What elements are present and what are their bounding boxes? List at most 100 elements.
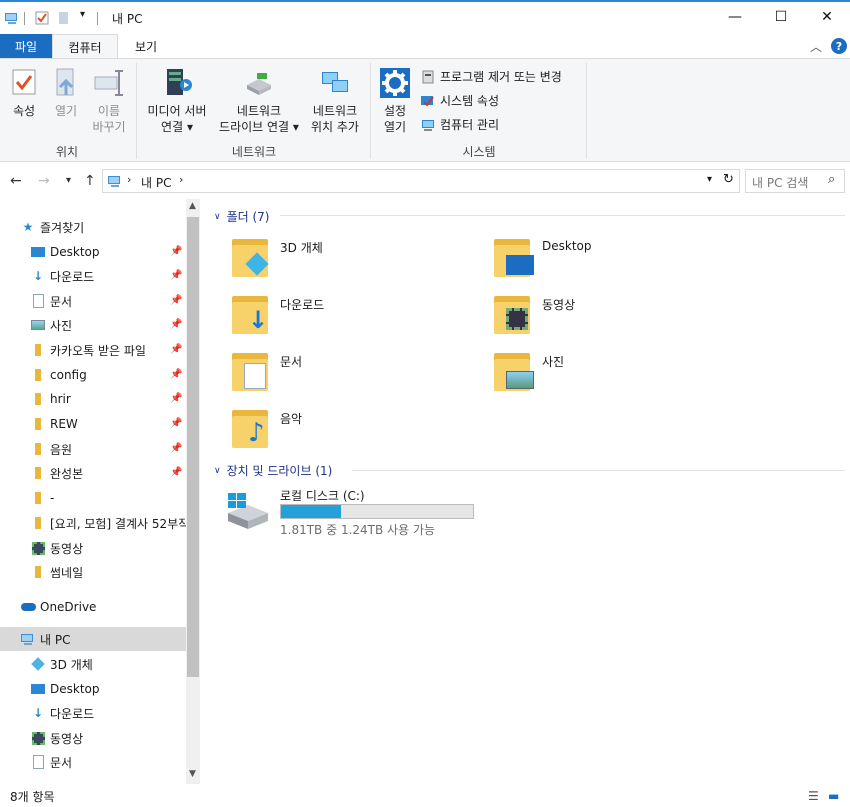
properties-button[interactable]: 속성 xyxy=(6,67,42,119)
recent-locations-chevron-icon[interactable]: ▾ xyxy=(66,175,71,186)
search-icon[interactable]: ⌕ xyxy=(828,172,835,187)
open-icon xyxy=(56,68,74,96)
pin-icon[interactable]: 📌 xyxy=(170,467,182,478)
up-arrow-icon[interactable]: ↑ xyxy=(84,173,96,189)
uninstall-program-button[interactable]: 프로그램 제거 또는 변경 xyxy=(420,68,562,85)
rename-button[interactable]: 이름 바꾸기 xyxy=(88,67,130,135)
tab-computer[interactable]: 컴퓨터 xyxy=(52,34,118,59)
location-group-label: 위치 xyxy=(55,145,79,159)
tab-file[interactable]: 파일 xyxy=(0,34,52,58)
nav-this-pc[interactable]: 내 PC xyxy=(0,627,186,651)
pin-icon[interactable]: 📌 xyxy=(170,418,182,429)
drives-section-title: 장치 및 드라이브 (1) xyxy=(226,464,333,478)
breadcrumb-this-pc[interactable]: 내 PC xyxy=(141,174,171,191)
folder-tile-pictures[interactable]: 사진 xyxy=(492,349,722,397)
this-pc-icon xyxy=(20,631,36,647)
nav-pc-item-documents[interactable]: 문서 xyxy=(30,750,200,774)
computer-management-button[interactable]: 컴퓨터 관리 xyxy=(420,116,499,133)
large-icons-view-icon[interactable]: ▬ xyxy=(828,789,839,803)
nav-scrollbar-thumb[interactable] xyxy=(187,217,199,677)
nav-onedrive[interactable]: OneDrive xyxy=(20,595,200,619)
nav-pc-item-videos[interactable]: 동영상 xyxy=(30,726,200,750)
search-input[interactable]: 내 PC 검색 xyxy=(752,174,808,191)
address-bar[interactable]: › 내 PC › ▾ ↻ xyxy=(102,169,740,193)
system-properties-button[interactable]: 시스템 속성 xyxy=(420,92,499,109)
nav-item-label: 완성본 xyxy=(50,466,84,481)
folder-icon xyxy=(30,342,46,358)
nav-pc-item-downloads[interactable]: ↓ 다운로드 xyxy=(30,701,200,725)
nav-pc-item-desktop[interactable]: Desktop xyxy=(30,677,200,701)
forward-arrow-icon[interactable]: → xyxy=(38,173,50,189)
pin-icon[interactable]: 📌 xyxy=(170,344,182,355)
nav-item-kekkaishi[interactable]: [요괴, 모험] 결계사 52부작 xyxy=(30,511,186,535)
breadcrumb-separator[interactable]: › xyxy=(127,173,131,186)
add-network-location-button[interactable]: 네트워크 위치 추가 xyxy=(304,67,366,135)
settings-label-2: 열기 xyxy=(383,120,407,134)
folder-tile-downloads[interactable]: ↓ 다운로드 xyxy=(230,292,460,340)
maximize-button[interactable]: ☐ xyxy=(758,2,804,32)
open-settings-button[interactable]: 설정 열기 xyxy=(376,67,414,135)
add-location-label-2: 위치 추가 xyxy=(311,120,359,134)
this-pc-icon[interactable] xyxy=(4,10,20,26)
new-folder-quick-icon[interactable] xyxy=(56,10,72,26)
folder-icon xyxy=(30,391,46,407)
document-icon xyxy=(30,293,46,309)
star-icon: ★ xyxy=(22,220,34,234)
tab-view[interactable]: 보기 xyxy=(118,34,174,58)
system-properties-icon xyxy=(421,95,434,107)
pin-icon[interactable]: 📌 xyxy=(170,393,182,404)
close-button[interactable]: ✕ xyxy=(804,2,850,32)
folders-section-header[interactable]: ∨ 폴더 (7) xyxy=(214,208,270,225)
window-title: 내 PC xyxy=(112,12,143,26)
content-pane: ∨ 폴더 (7) 3D 개체 Desktop ↓ 다운로드 동영상 문서 사진 … xyxy=(200,199,850,784)
pin-icon[interactable]: 📌 xyxy=(170,369,182,380)
nav-pc-item-label: 3D 개체 xyxy=(50,657,93,672)
address-dropdown-chevron-icon[interactable]: ▾ xyxy=(707,174,712,185)
nav-item-dash[interactable]: - xyxy=(30,486,200,510)
drive-tile-c[interactable]: 로컬 디스크 (C:) 1.81TB 중 1.24TB 사용 가능 xyxy=(224,485,484,537)
folder-tile-desktop[interactable]: Desktop xyxy=(492,235,722,283)
folder-desktop-icon xyxy=(492,235,536,279)
folder-tile-music[interactable]: ♪ 음악 xyxy=(230,406,460,454)
collapse-chevron-icon[interactable]: ∨ xyxy=(214,466,221,476)
rename-icon xyxy=(94,70,123,96)
folder-tile-3d-objects[interactable]: 3D 개체 xyxy=(230,235,460,283)
nav-item-videos[interactable]: 동영상 xyxy=(30,536,200,560)
properties-quick-icon[interactable] xyxy=(34,10,50,26)
breadcrumb-separator[interactable]: › xyxy=(179,173,183,186)
folder-tile-documents[interactable]: 문서 xyxy=(230,349,460,397)
nav-quick-access[interactable]: ★ 즐겨찾기 xyxy=(20,215,200,239)
help-icon[interactable]: ? xyxy=(831,38,847,54)
pin-icon[interactable]: 📌 xyxy=(170,443,182,454)
scroll-down-icon[interactable]: ▼ xyxy=(189,769,196,779)
cloud-icon xyxy=(20,599,36,615)
group-separator xyxy=(370,63,371,159)
pin-icon[interactable]: 📌 xyxy=(170,246,182,257)
collapse-ribbon-icon[interactable]: ︿ xyxy=(810,38,822,55)
pin-icon[interactable]: 📌 xyxy=(170,270,182,281)
media-server-button[interactable]: 미디어 서버 연결 ▾ xyxy=(140,67,214,135)
pin-icon[interactable]: 📌 xyxy=(170,295,182,306)
collapse-chevron-icon[interactable]: ∨ xyxy=(214,212,221,222)
nav-pc-item-3d-objects[interactable]: 3D 개체 xyxy=(30,652,200,676)
scroll-up-icon[interactable]: ▲ xyxy=(189,201,196,211)
details-view-icon[interactable]: ☰ xyxy=(808,789,819,803)
status-bar: 8개 항목 ☰ ▬ xyxy=(0,784,850,807)
nav-item-label: 음원 xyxy=(50,442,73,457)
customize-quick-access-icon[interactable]: ▾ xyxy=(80,9,85,20)
refresh-icon[interactable]: ↻ xyxy=(723,172,734,187)
search-box[interactable]: 내 PC 검색 ⌕ xyxy=(745,169,845,193)
map-network-drive-button[interactable]: 네트워크 드라이브 연결 ▾ xyxy=(214,67,304,135)
pin-icon[interactable]: 📌 xyxy=(170,319,182,330)
minimize-button[interactable]: — xyxy=(712,2,758,32)
nav-item-label: - xyxy=(50,491,55,505)
nav-scrollbar[interactable]: ▲ ▼ xyxy=(186,199,200,784)
open-button[interactable]: 열기 xyxy=(48,67,84,119)
drives-section-header[interactable]: ∨ 장치 및 드라이브 (1) xyxy=(214,462,332,479)
section-divider xyxy=(352,470,845,471)
folder-label: 다운로드 xyxy=(280,298,325,312)
folder-tile-videos[interactable]: 동영상 xyxy=(492,292,722,340)
windows-drive-icon xyxy=(228,493,268,529)
nav-item-thumbnails[interactable]: 썸네일 xyxy=(30,560,200,584)
back-arrow-icon[interactable]: ← xyxy=(10,173,22,189)
